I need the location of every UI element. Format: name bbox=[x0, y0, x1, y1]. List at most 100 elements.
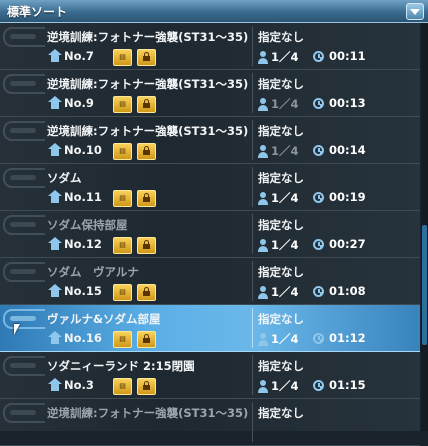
list-item[interactable]: 逆境訓練:フォトナー強襲(ST31～35) 指定なし No.7 ▤ 1／4 00… bbox=[0, 23, 420, 70]
home-icon bbox=[48, 331, 62, 345]
room-condition: 指定なし bbox=[258, 30, 304, 44]
room-name: 逆境訓練:フォトナー強襲(ST31～35) bbox=[47, 77, 249, 91]
scrollbar-thumb[interactable] bbox=[422, 225, 427, 345]
mouse-cursor-icon bbox=[14, 324, 20, 335]
home-icon bbox=[48, 284, 62, 298]
player-count: 1／4 bbox=[271, 50, 299, 64]
person-icon bbox=[258, 50, 268, 64]
elapsed-time: 00:27 bbox=[329, 237, 366, 251]
chevron-down-icon[interactable] bbox=[406, 3, 424, 20]
clock-icon bbox=[313, 144, 324, 156]
player-count: 1／4 bbox=[271, 97, 299, 111]
sort-label: 標準ソート bbox=[7, 5, 68, 19]
list-item[interactable]: 逆境訓練:フォトナー強襲(ST31～35) 指定なし bbox=[0, 399, 420, 446]
elapsed-time: 00:13 bbox=[329, 96, 366, 110]
clock-icon bbox=[313, 191, 324, 203]
player-count: 1／4 bbox=[271, 332, 299, 346]
room-condition: 指定なし bbox=[258, 312, 304, 326]
list-item[interactable]: ソダニィーランド 2:15閉園 指定なし No.3 ▤ 1／4 01:15 bbox=[0, 352, 420, 399]
list-item[interactable]: 逆境訓練:フォトナー強襲(ST31～35) 指定なし No.9 ▤ 1／4 00… bbox=[0, 70, 420, 117]
person-icon bbox=[258, 332, 268, 346]
room-condition: 指定なし bbox=[258, 218, 304, 232]
room-list: 逆境訓練:フォトナー強襲(ST31～35) 指定なし No.7 ▤ 1／4 00… bbox=[0, 23, 420, 446]
player-count: 1／4 bbox=[271, 144, 299, 158]
home-icon bbox=[48, 378, 62, 392]
elapsed-time: 01:15 bbox=[329, 378, 366, 392]
divider bbox=[252, 308, 253, 348]
room-number: No.10 bbox=[64, 143, 102, 157]
player-count: 1／4 bbox=[271, 379, 299, 393]
lock-icon bbox=[137, 96, 156, 113]
divider bbox=[252, 355, 253, 395]
divider bbox=[252, 214, 253, 254]
quest-ticket-icon: ▤ bbox=[113, 237, 132, 254]
room-condition: 指定なし bbox=[258, 265, 304, 279]
divider bbox=[252, 402, 253, 442]
lock-icon bbox=[137, 378, 156, 395]
room-number: No.12 bbox=[64, 237, 102, 251]
person-icon bbox=[258, 191, 268, 205]
player-count: 1／4 bbox=[271, 285, 299, 299]
player-count: 1／4 bbox=[271, 238, 299, 252]
room-name: ソダニィーランド 2:15閉園 bbox=[47, 359, 195, 373]
quest-ticket-icon: ▤ bbox=[113, 96, 132, 113]
lock-icon bbox=[137, 190, 156, 207]
room-number: No.11 bbox=[64, 190, 102, 204]
person-icon bbox=[258, 144, 268, 158]
room-name: ソダム bbox=[47, 171, 82, 185]
sort-header[interactable]: 標準ソート bbox=[0, 0, 428, 23]
room-condition: 指定なし bbox=[258, 359, 304, 373]
clock-icon bbox=[313, 332, 324, 344]
room-condition: 指定なし bbox=[258, 406, 304, 420]
room-condition: 指定なし bbox=[258, 124, 304, 138]
list-item[interactable]: ソダム 指定なし No.11 ▤ 1／4 00:19 bbox=[0, 164, 420, 211]
lock-icon bbox=[137, 331, 156, 348]
room-number: No.7 bbox=[64, 49, 94, 63]
elapsed-time: 00:19 bbox=[329, 190, 366, 204]
list-item[interactable]: ソダム ヴアルナ 指定なし No.15 ▤ 1／4 01:08 bbox=[0, 258, 420, 305]
list-item[interactable]: ソダム保持部屋 指定なし No.12 ▤ 1／4 00:27 bbox=[0, 211, 420, 258]
clock-icon bbox=[313, 379, 324, 391]
home-icon bbox=[48, 190, 62, 204]
room-number: No.3 bbox=[64, 378, 94, 392]
room-name: 逆境訓練:フォトナー強襲(ST31～35) bbox=[47, 124, 249, 138]
room-condition: 指定なし bbox=[258, 171, 304, 185]
divider bbox=[252, 73, 253, 113]
home-icon bbox=[48, 237, 62, 251]
divider bbox=[252, 26, 253, 66]
person-icon bbox=[258, 379, 268, 393]
elapsed-time: 00:11 bbox=[329, 49, 366, 63]
divider bbox=[252, 261, 253, 301]
lock-icon bbox=[137, 284, 156, 301]
room-name: ソダム ヴアルナ bbox=[47, 265, 139, 279]
person-icon bbox=[258, 238, 268, 252]
room-name: ヴァルナ&ソダム部屋 bbox=[47, 312, 161, 326]
person-icon bbox=[258, 285, 268, 299]
room-condition: 指定なし bbox=[258, 77, 304, 91]
quest-ticket-icon: ▤ bbox=[113, 143, 132, 160]
elapsed-time: 01:12 bbox=[329, 331, 366, 345]
elapsed-time: 00:14 bbox=[329, 143, 366, 157]
room-name: 逆境訓練:フォトナー強襲(ST31～35) bbox=[47, 406, 249, 420]
clock-icon bbox=[313, 285, 324, 297]
list-item-selected[interactable]: ヴァルナ&ソダム部屋 指定なし No.16 ▤ 1／4 01:12 bbox=[0, 305, 420, 352]
clock-icon bbox=[313, 50, 324, 62]
quest-ticket-icon: ▤ bbox=[113, 49, 132, 66]
room-number: No.15 bbox=[64, 284, 102, 298]
quest-ticket-icon: ▤ bbox=[113, 190, 132, 207]
lock-icon bbox=[137, 49, 156, 66]
home-icon bbox=[48, 143, 62, 157]
list-item[interactable]: 逆境訓練:フォトナー強襲(ST31～35) 指定なし No.10 ▤ 1／4 0… bbox=[0, 117, 420, 164]
home-icon bbox=[48, 49, 62, 63]
lock-icon bbox=[137, 143, 156, 160]
room-number: No.9 bbox=[64, 96, 94, 110]
divider bbox=[252, 167, 253, 207]
clock-icon bbox=[313, 238, 324, 250]
clock-icon bbox=[313, 97, 324, 109]
room-number: No.16 bbox=[64, 331, 102, 345]
lock-icon bbox=[137, 237, 156, 254]
divider bbox=[252, 120, 253, 160]
room-name: 逆境訓練:フォトナー強襲(ST31～35) bbox=[47, 30, 249, 44]
player-count: 1／4 bbox=[271, 191, 299, 205]
room-name: ソダム保持部屋 bbox=[47, 218, 128, 232]
